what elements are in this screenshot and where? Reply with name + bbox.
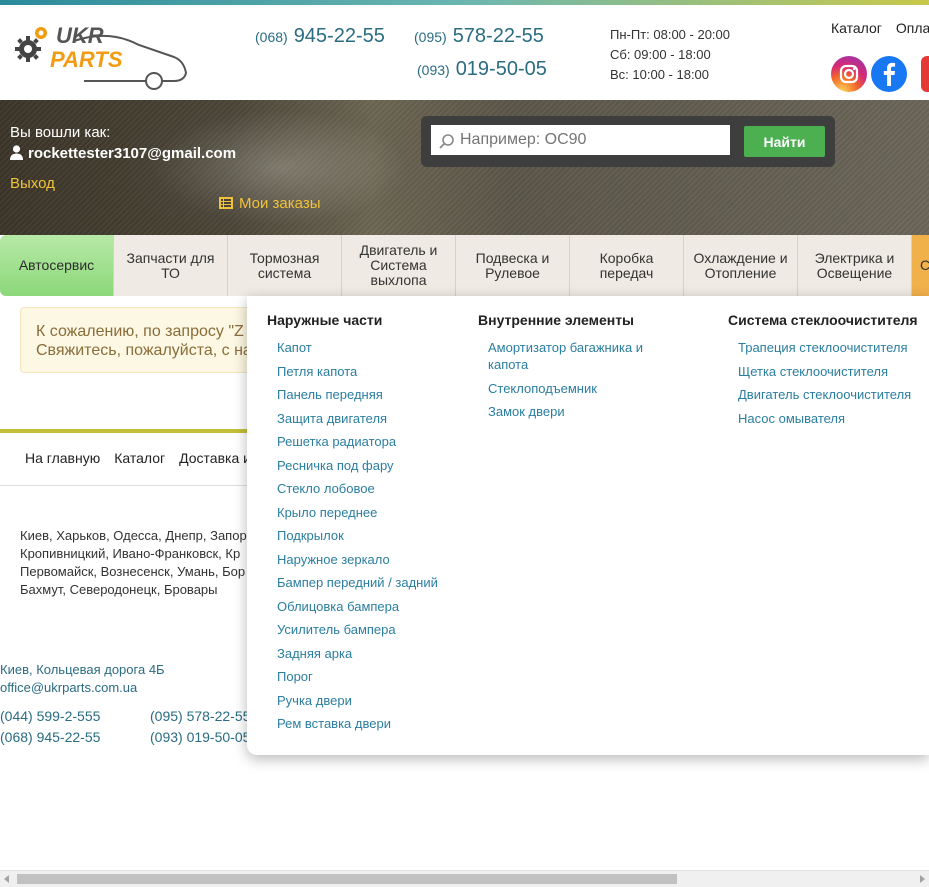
- footer-link-home[interactable]: На главную: [25, 450, 100, 466]
- menu-link[interactable]: Рем вставка двери: [277, 715, 467, 732]
- hours-sunday: Вс: 10:00 - 18:00: [610, 67, 710, 82]
- menu-link[interactable]: Ручка двери: [277, 692, 467, 709]
- cities-line: Бахмут, Северодонецк, Бровары: [20, 582, 218, 597]
- ukrparts-logo[interactable]: UKR PARTS: [14, 21, 194, 91]
- cities-list: Киев, Харьков, Одесса, Днепр, Запор Кроп…: [20, 527, 260, 599]
- gear-icon: [15, 27, 47, 62]
- menu-link[interactable]: Щетка стеклоочистителя: [738, 363, 928, 380]
- menu-link[interactable]: Двигатель стеклоочистителя: [738, 386, 928, 403]
- top-link-catalog[interactable]: Каталог: [831, 20, 882, 36]
- top-link-payment[interactable]: Оплата: [896, 20, 929, 36]
- working-hours: Пн-Пт: 08:00 - 20:00 Сб: 09:00 - 18:00 В…: [610, 25, 750, 85]
- menu-link[interactable]: Капот: [277, 339, 467, 356]
- search-input[interactable]: [431, 125, 730, 155]
- menu-link[interactable]: Усилитель бампера: [277, 621, 467, 638]
- menu-column-interior: Внутренние элементы Амортизатор багажник…: [478, 312, 668, 427]
- footer-address[interactable]: Киев, Кольцевая дорога 4Б: [0, 661, 165, 679]
- menu-link[interactable]: Стекло лобовое: [277, 480, 467, 497]
- category-nav: Автосервис Запчасти для ТО Тормозная сис…: [0, 235, 929, 296]
- menu-link[interactable]: Стеклоподъемник: [488, 380, 668, 397]
- menu-link[interactable]: Амортизатор багажника и капота: [488, 339, 663, 373]
- nav-item-electrics-lighting[interactable]: Электрика и Освещение: [798, 235, 912, 296]
- footer-phone[interactable]: (068) 945-22-55: [0, 729, 100, 745]
- menu-link[interactable]: Крыло переднее: [277, 504, 467, 521]
- scrollbar-thumb[interactable]: [17, 874, 677, 884]
- logged-in-label: Вы вошли как:: [10, 124, 111, 141]
- menu-link[interactable]: Бампер передний / задний: [277, 574, 467, 591]
- footer-phone[interactable]: (044) 599-2-555: [0, 708, 100, 724]
- facebook-icon[interactable]: [871, 56, 907, 92]
- footer-link-catalog[interactable]: Каталог: [114, 450, 165, 466]
- page: UKR PARTS (068) 945-22-55 (095) 578-22-55 …: [0, 0, 929, 887]
- footer-nav: На главную Каталог Доставка и о: [25, 450, 277, 466]
- footer-contacts: Киев, Кольцевая дорога 4Б office@ukrpart…: [0, 661, 165, 697]
- menu-link[interactable]: Петля капота: [277, 363, 467, 380]
- phone-2[interactable]: (095) 578-22-55: [414, 25, 544, 48]
- cities-line: Кропивницкий, Ивано-Франковск, Кр: [20, 546, 241, 561]
- user-icon: [10, 145, 23, 160]
- nav-item-cooling-heating[interactable]: Охлаждение и Отопление: [684, 235, 798, 296]
- menu-link[interactable]: Панель передняя: [277, 386, 467, 403]
- cities-line: Первомайск, Вознесенск, Умань, Бор: [20, 564, 246, 579]
- phone-1[interactable]: (068) 945-22-55: [255, 25, 385, 48]
- nav-item-more[interactable]: С: [912, 235, 929, 296]
- menu-link[interactable]: Насос омывателя: [738, 410, 928, 427]
- header-phones: (068) 945-22-55 (095) 578-22-55 (093) 019-5…: [255, 25, 555, 91]
- menu-column-title: Система стеклоочистителя: [728, 312, 918, 328]
- menu-link[interactable]: Решетка радиатора: [277, 433, 467, 450]
- nav-item-maintenance-parts[interactable]: Запчасти для ТО: [114, 235, 228, 296]
- footer-phone[interactable]: (093) 019-50-05: [150, 729, 250, 745]
- footer-phone[interactable]: (095) 578-22-55: [150, 708, 250, 724]
- search-icon: [439, 134, 454, 149]
- nav-item-autoservice[interactable]: Автосервис: [0, 235, 114, 296]
- menu-column-title: Внутренние элементы: [478, 312, 635, 328]
- hours-saturday: Сб: 09:00 - 18:00: [610, 47, 711, 62]
- instagram-icon[interactable]: [831, 56, 867, 92]
- menu-link[interactable]: Трапеция стеклоочистителя: [738, 339, 928, 356]
- youtube-icon[interactable]: [921, 56, 929, 92]
- search-button[interactable]: Найти: [744, 126, 825, 157]
- menu-column-title: Наружные части: [267, 312, 383, 328]
- menu-link[interactable]: Наружное зеркало: [277, 551, 467, 568]
- menu-link[interactable]: Ресничка под фару: [277, 457, 467, 474]
- hours-weekdays: Пн-Пт: 08:00 - 20:00: [610, 27, 730, 42]
- svg-text:PARTS: PARTS: [50, 47, 123, 72]
- footer-email[interactable]: office@ukrparts.com.ua: [0, 679, 165, 697]
- menu-column-wipers: Система стеклоочистителя Трапеция стекло…: [728, 312, 928, 433]
- top-links: Каталог Оплата: [831, 20, 929, 36]
- nav-item-transmission[interactable]: Коробка передач: [570, 235, 684, 296]
- site-header: UKR PARTS (068) 945-22-55 (095) 578-22-55 …: [0, 5, 929, 100]
- nav-item-engine-exhaust[interactable]: Двигатель и Система выхлопа: [342, 235, 456, 296]
- svg-text:UKR: UKR: [56, 23, 104, 48]
- menu-link[interactable]: Подкрылок: [277, 527, 467, 544]
- nav-item-suspension-steering[interactable]: Подвеска и Рулевое: [456, 235, 570, 296]
- scroll-right-arrow-icon[interactable]: [920, 875, 925, 883]
- user-email-text: rockettester3107@gmail.com: [28, 145, 237, 162]
- menu-link[interactable]: Порог: [277, 668, 467, 685]
- my-orders-label: Мои заказы: [239, 195, 321, 212]
- cities-line: Киев, Харьков, Одесса, Днепр, Запор: [20, 528, 247, 543]
- horizontal-scrollbar[interactable]: [0, 870, 929, 887]
- engine-background-image: [130, 100, 430, 235]
- list-icon: [219, 197, 233, 209]
- menu-link[interactable]: Защита двигателя: [277, 410, 467, 427]
- logout-link[interactable]: Выход: [10, 175, 55, 192]
- menu-column-exterior: Наружные части Капот Петля капота Панель…: [267, 312, 467, 739]
- user-email: rockettester3107@gmail.com: [10, 145, 236, 162]
- my-orders-link[interactable]: Мои заказы: [219, 195, 321, 212]
- nav-item-brakes[interactable]: Тормозная система: [228, 235, 342, 296]
- scroll-left-arrow-icon[interactable]: [4, 875, 9, 883]
- menu-link[interactable]: Задняя арка: [277, 645, 467, 662]
- menu-link[interactable]: Замок двери: [488, 403, 668, 420]
- autoservice-mega-menu: Наружные части Капот Петля капота Панель…: [247, 296, 929, 755]
- menu-link[interactable]: Облицовка бампера: [277, 598, 467, 615]
- search-box: Найти: [421, 116, 835, 167]
- phone-3[interactable]: (093) 019-50-05: [417, 58, 547, 81]
